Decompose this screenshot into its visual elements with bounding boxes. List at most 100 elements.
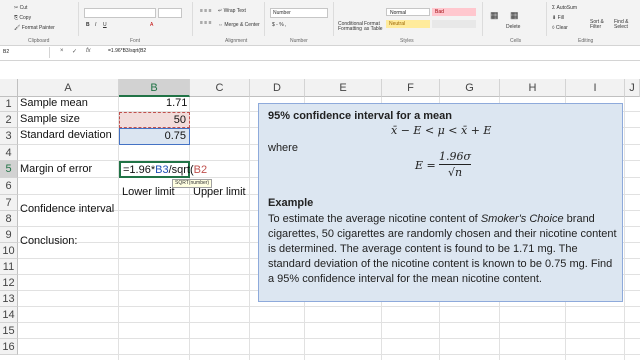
autosum-button[interactable]: Σ AutoSum <box>552 5 577 11</box>
row-gridline <box>18 354 640 355</box>
column-header-h[interactable]: H <box>500 79 566 97</box>
row-header-3[interactable]: 3 <box>0 128 18 145</box>
cell-a7[interactable]: Confidence interval <box>20 203 114 215</box>
column-header-g[interactable]: G <box>440 79 500 97</box>
row-header-2[interactable]: 2 <box>0 112 18 128</box>
row-header-13[interactable]: 13 <box>0 291 18 307</box>
cell-b2: 50 <box>173 114 186 126</box>
align-left-icon[interactable]: ≡ ≡ ≡ <box>200 20 212 26</box>
row-gridline <box>18 338 640 339</box>
column-header-c[interactable]: C <box>190 79 250 97</box>
insert-function-icon[interactable]: fx <box>86 48 91 54</box>
column-header-b[interactable]: B <box>119 79 190 97</box>
find-select-button[interactable]: Find & Select <box>614 20 638 30</box>
format-as-table-button[interactable]: Format as Table <box>364 22 386 32</box>
conditional-formatting-button[interactable]: Conditional Formatting <box>338 22 364 32</box>
clear-button[interactable]: ◊ Clear <box>552 25 568 31</box>
cut-button[interactable]: ✂ Cut <box>14 5 27 11</box>
column-header-j[interactable]: J <box>625 79 640 97</box>
underline-icon[interactable]: U <box>103 22 107 28</box>
copy-button[interactable]: ⎘ Copy <box>14 15 31 21</box>
row-header-8[interactable]: 8 <box>0 211 18 227</box>
alignment-group-label: Alignment <box>225 38 248 44</box>
name-box[interactable]: B2 <box>0 47 50 58</box>
italic-icon[interactable]: I <box>95 22 96 28</box>
row-header-5[interactable]: 5 <box>0 161 18 178</box>
cell-b5-editor[interactable]: =1.96*B3/sqrt(B2 <box>119 161 207 178</box>
style-neutral[interactable]: Neutral <box>386 20 430 28</box>
number-format-dropdown[interactable]: Number <box>270 8 328 18</box>
textbox-title: 95% confidence interval for a mean <box>268 110 453 122</box>
brand-name: Smoker's Choice <box>480 213 564 225</box>
bold-icon[interactable]: B <box>86 22 90 28</box>
row-header-12[interactable]: 12 <box>0 275 18 291</box>
cell-b3: 0.75 <box>164 130 186 142</box>
column-header-e[interactable]: E <box>305 79 382 97</box>
sort-filter-button[interactable]: Sort & Filter <box>590 20 612 30</box>
fraction-bar <box>439 164 471 165</box>
row-header-4[interactable]: 4 <box>0 145 18 161</box>
row-header-10[interactable]: 10 <box>0 243 18 259</box>
row-header-15[interactable]: 15 <box>0 323 18 339</box>
cell-a5[interactable]: Margin of error <box>20 163 92 175</box>
style-gallery-cell[interactable] <box>432 20 476 28</box>
e-denominator: √n <box>447 166 463 179</box>
formula-input[interactable]: =1.96*B3/sqrt(B2 <box>108 48 146 54</box>
row-header-9[interactable]: 9 <box>0 227 18 243</box>
cell-b2-reference-highlight[interactable]: 50 <box>119 112 190 128</box>
row-header-11[interactable]: 11 <box>0 259 18 275</box>
column-header-i[interactable]: I <box>566 79 625 97</box>
example-paragraph: To estimate the average nicotine content… <box>268 212 618 287</box>
row-header-7[interactable]: 7 <box>0 195 18 211</box>
enter-icon[interactable]: ✓ <box>72 48 77 55</box>
align-top-icon[interactable]: ≡ ≡ ≡ <box>200 8 212 14</box>
cell-a3[interactable]: Standard deviation <box>20 129 112 141</box>
style-normal[interactable]: Normal <box>386 8 430 16</box>
column-header-a[interactable]: A <box>18 79 119 97</box>
cell-b6[interactable]: Lower limit <box>122 186 175 198</box>
font-name-box[interactable] <box>84 8 156 18</box>
currency-icon[interactable]: $ - % , <box>272 22 286 28</box>
editing-group-label: Editing <box>578 38 594 44</box>
column-header-f[interactable]: F <box>382 79 440 97</box>
select-all-corner[interactable] <box>0 79 18 97</box>
ribbon: ✂ Cut ⎘ Copy 🖌 Format Painter B I U A ≡ … <box>0 0 640 42</box>
merge-center-label: Merge & Center <box>224 22 260 28</box>
format-painter-label: Format Painter <box>21 25 55 31</box>
cancel-icon[interactable]: × <box>60 48 64 54</box>
row-header-6[interactable]: 6 <box>0 178 18 195</box>
wrap-text-button[interactable]: ↵ Wrap Text <box>218 8 246 14</box>
cell-a2[interactable]: Sample size <box>20 113 80 125</box>
format-painter-button[interactable]: 🖌 Format Painter <box>14 25 55 31</box>
formula-ref-b3: B3 <box>155 164 169 176</box>
font-size-box[interactable] <box>158 8 182 18</box>
row-header-16[interactable]: 16 <box>0 339 18 355</box>
cell-a1[interactable]: Sample mean <box>20 97 88 109</box>
formula-ref-b2: B2 <box>193 164 208 176</box>
row-header-14[interactable]: 14 <box>0 307 18 323</box>
cell-a9[interactable]: Conclusion: <box>20 235 77 247</box>
delete-cells-icon[interactable]: ▦ <box>510 10 519 21</box>
wrap-text-label: Wrap Text <box>223 8 246 14</box>
style-bad[interactable]: Bad <box>432 8 476 16</box>
fill-button[interactable]: ⬇ Fill <box>552 15 564 21</box>
font-group-label: Font <box>130 38 141 44</box>
insert-cells-icon[interactable]: ▦ <box>490 10 499 21</box>
merge-center-button[interactable]: ⇔ Merge & Center <box>218 22 260 28</box>
row-gridline <box>18 322 640 323</box>
e-label: E = <box>415 159 436 172</box>
font-color-icon[interactable]: A <box>150 22 153 28</box>
column-header-d[interactable]: D <box>250 79 305 97</box>
clipboard-group-label: Clipboard <box>28 38 50 44</box>
copy-label: Copy <box>19 15 32 21</box>
formula-mid: /sqrt( <box>168 164 194 176</box>
explanation-textbox[interactable]: 95% confidence interval for a mean x̄ − … <box>258 103 623 302</box>
function-tooltip: SQRT(number) <box>172 179 213 188</box>
cell-b5-formula: =1.96*B3/sqrt(B2 <box>123 164 207 176</box>
row-header-1[interactable]: 1 <box>0 97 18 112</box>
fill-label: Fill <box>557 15 564 21</box>
cell-b3-reference-highlight[interactable]: 0.75 <box>119 128 190 145</box>
example-text-1: To estimate the average nicotine content… <box>268 213 481 225</box>
cell-b1[interactable]: 1.71 <box>166 97 187 109</box>
number-group-label: Number <box>290 38 308 44</box>
